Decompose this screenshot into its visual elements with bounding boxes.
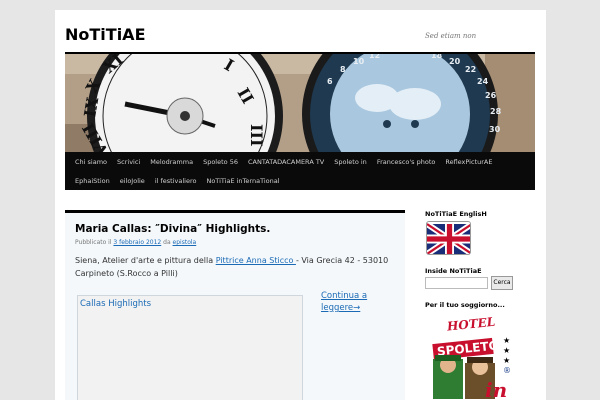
uk-flag-icon[interactable] bbox=[426, 221, 471, 255]
menu-item-eilojolie[interactable]: eiloJolie bbox=[115, 175, 150, 187]
svg-text:®: ® bbox=[503, 366, 511, 375]
post-meta-mid: da bbox=[161, 239, 173, 246]
svg-text:28: 28 bbox=[490, 107, 502, 116]
page-container: NoTiTiAE Sed etiam non XI XII I IX III X… bbox=[55, 10, 546, 400]
menu-item-spoleto-in[interactable]: Spoleto in bbox=[329, 156, 372, 168]
main-navigation: Chi siamo Scrivici Melodramma Spoleto 56… bbox=[65, 152, 535, 190]
menu-item-ephaistion[interactable]: EphaiStion bbox=[65, 175, 115, 187]
svg-text:★: ★ bbox=[503, 356, 510, 365]
post-excerpt: Siena, Atelier d'arte e pittura della Pi… bbox=[75, 254, 395, 280]
menu-item-melodramma[interactable]: Melodramma bbox=[145, 156, 198, 168]
post-article: Maria Callas: ″Divina″ Highlights. Pubbl… bbox=[65, 213, 405, 400]
stay-widget-title: Per il tuo soggiorno... bbox=[425, 301, 505, 309]
svg-text:IX: IX bbox=[80, 95, 102, 118]
hotel-spoleto-logo[interactable]: HOTEL SPOLETO ★ ★ ★ ® in bbox=[425, 315, 525, 400]
menu-item-notitiae-international[interactable]: NoTiTiaE inTernaTional bbox=[201, 175, 284, 187]
english-widget-title: NoTiTiaE EnglisH bbox=[425, 210, 487, 218]
post-author-link[interactable]: epistola bbox=[173, 239, 197, 246]
svg-text:III: III bbox=[247, 124, 266, 146]
hotel-in: in bbox=[485, 378, 507, 400]
svg-text:30: 30 bbox=[489, 125, 501, 134]
post-meta: Pubblicato il 3 febbraio 2012 da epistol… bbox=[75, 239, 196, 246]
svg-text:12: 12 bbox=[369, 54, 380, 60]
video-title[interactable]: Callas Highlights bbox=[80, 299, 151, 309]
svg-text:★: ★ bbox=[503, 346, 510, 355]
svg-text:6: 6 bbox=[327, 77, 333, 86]
menu-item-il-festivaliero[interactable]: il festivaliero bbox=[150, 175, 202, 187]
svg-text:16: 16 bbox=[410, 54, 422, 56]
post-meta-prefix: Pubblicato il bbox=[75, 239, 114, 246]
menu-item-chi-siamo[interactable]: Chi siamo bbox=[65, 156, 112, 168]
search-input[interactable] bbox=[425, 277, 488, 289]
svg-text:XII: XII bbox=[161, 54, 188, 58]
painter-link[interactable]: Pittrice Anna Sticco bbox=[216, 256, 296, 265]
menu-item-francescos-photo[interactable]: Francesco's photo bbox=[372, 156, 441, 168]
svg-text:24: 24 bbox=[477, 77, 489, 86]
video-embed[interactable]: Callas Highlights bbox=[77, 295, 303, 400]
svg-text:26: 26 bbox=[485, 91, 497, 100]
continue-reading-link[interactable]: Continua a leggere→ bbox=[321, 290, 391, 314]
search-button[interactable]: Cerca bbox=[491, 276, 513, 290]
sidebar: NoTiTiaE EnglisH Inside NoTiTiaE Cerca P… bbox=[425, 210, 535, 400]
svg-text:20: 20 bbox=[449, 57, 461, 66]
clock-banner-illustration: XI XII I IX III X II VIII IV 6810 121416… bbox=[65, 54, 535, 162]
union-jack-graphic bbox=[427, 222, 470, 254]
post-text-before: Siena, Atelier d'arte e pittura della bbox=[75, 256, 216, 265]
menu-row-1: Chi siamo Scrivici Melodramma Spoleto 56… bbox=[65, 156, 497, 168]
menu-item-reflexpicturae[interactable]: ReflexPicturAE bbox=[440, 156, 497, 168]
svg-text:14: 14 bbox=[387, 54, 399, 56]
svg-text:8: 8 bbox=[340, 65, 346, 74]
menu-item-scrivici[interactable]: Scrivici bbox=[112, 156, 145, 168]
menu-item-spoleto-56[interactable]: Spoleto 56 bbox=[198, 156, 243, 168]
menu-item-cantatadacamera-tv[interactable]: CANTATADACAMERA TV bbox=[243, 156, 329, 168]
menu-row-2: EphaiStion eiloJolie il festivaliero NoT… bbox=[65, 175, 285, 187]
svg-text:18: 18 bbox=[431, 54, 443, 60]
svg-text:★: ★ bbox=[503, 336, 510, 345]
inside-widget-title: Inside NoTiTiaE bbox=[425, 267, 482, 275]
hotel-spoleto-illustration: HOTEL SPOLETO ★ ★ ★ ® in bbox=[432, 315, 511, 400]
site-title[interactable]: NoTiTiAE bbox=[65, 25, 146, 44]
header-banner-image: XI XII I IX III X II VIII IV 6810 121416… bbox=[65, 54, 535, 162]
svg-text:22: 22 bbox=[465, 65, 476, 74]
svg-text:10: 10 bbox=[353, 57, 365, 66]
site-description: Sed etiam non bbox=[425, 32, 477, 40]
post-date-link[interactable]: 3 febbraio 2012 bbox=[113, 239, 161, 246]
post-title[interactable]: Maria Callas: ″Divina″ Highlights. bbox=[75, 223, 270, 235]
hotel-line1: HOTEL bbox=[445, 315, 496, 334]
